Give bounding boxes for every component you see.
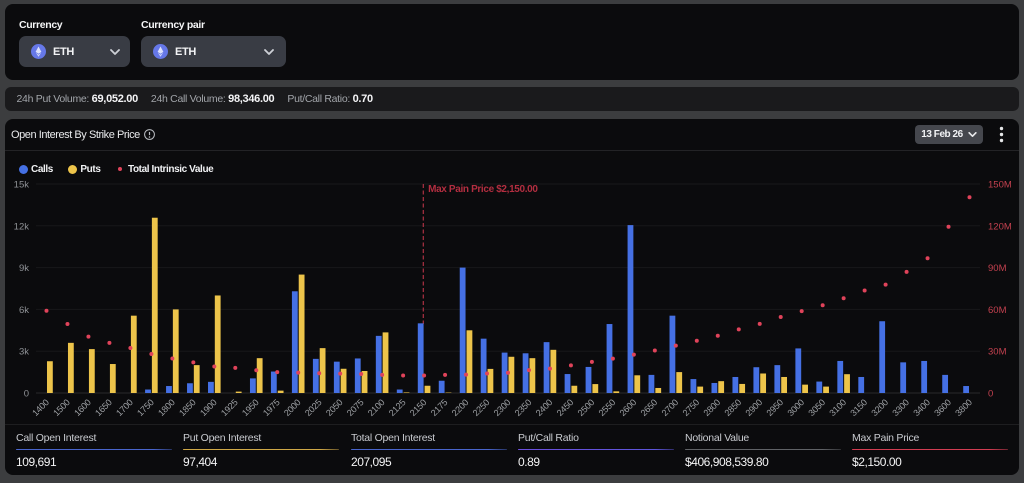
svg-text:1850: 1850: [177, 397, 198, 418]
svg-text:1600: 1600: [72, 397, 93, 418]
svg-text:2650: 2650: [639, 397, 660, 418]
svg-text:1400: 1400: [30, 397, 51, 418]
svg-text:2150: 2150: [408, 397, 429, 418]
svg-text:2400: 2400: [534, 397, 555, 418]
svg-text:2300: 2300: [492, 397, 513, 418]
svg-text:3800: 3800: [953, 397, 974, 418]
svg-text:2500: 2500: [576, 397, 597, 418]
svg-text:2850: 2850: [723, 397, 744, 418]
svg-text:3050: 3050: [806, 397, 827, 418]
svg-text:2025: 2025: [303, 397, 324, 418]
svg-text:2175: 2175: [429, 397, 450, 418]
svg-text:15k: 15k: [14, 180, 30, 191]
svg-text:9k: 9k: [19, 263, 29, 274]
svg-text:120M: 120M: [988, 221, 1012, 232]
svg-text:6k: 6k: [19, 305, 29, 316]
svg-text:0: 0: [24, 389, 29, 400]
svg-text:1700: 1700: [114, 397, 135, 418]
svg-text:90M: 90M: [988, 263, 1007, 274]
svg-text:3300: 3300: [890, 397, 911, 418]
svg-text:2100: 2100: [366, 397, 387, 418]
svg-text:2250: 2250: [471, 397, 492, 418]
svg-text:2550: 2550: [597, 397, 618, 418]
svg-text:2450: 2450: [555, 397, 576, 418]
svg-text:1975: 1975: [261, 397, 282, 418]
svg-text:3150: 3150: [848, 397, 869, 418]
svg-text:3k: 3k: [19, 347, 29, 358]
svg-text:2200: 2200: [450, 397, 471, 418]
svg-text:0: 0: [988, 389, 993, 400]
svg-text:2750: 2750: [681, 397, 702, 418]
svg-text:2900: 2900: [743, 397, 764, 418]
svg-text:1750: 1750: [135, 397, 156, 418]
svg-text:2050: 2050: [324, 397, 345, 418]
svg-text:3400: 3400: [911, 397, 932, 418]
svg-text:1900: 1900: [198, 397, 219, 418]
svg-text:2000: 2000: [282, 397, 303, 418]
svg-text:3000: 3000: [785, 397, 806, 418]
svg-text:3600: 3600: [932, 397, 953, 418]
svg-text:2600: 2600: [618, 397, 639, 418]
svg-text:3100: 3100: [827, 397, 848, 418]
svg-text:2950: 2950: [764, 397, 785, 418]
svg-text:3200: 3200: [869, 397, 890, 418]
svg-text:2700: 2700: [660, 397, 681, 418]
svg-text:30M: 30M: [988, 347, 1007, 358]
svg-text:2350: 2350: [513, 397, 534, 418]
svg-text:12k: 12k: [14, 221, 30, 232]
svg-text:1800: 1800: [156, 397, 177, 418]
svg-text:1925: 1925: [219, 397, 240, 418]
svg-text:1500: 1500: [51, 397, 72, 418]
svg-text:Max Pain Price $2,150.00: Max Pain Price $2,150.00: [428, 184, 538, 195]
svg-text:2800: 2800: [702, 397, 723, 418]
svg-text:60M: 60M: [988, 305, 1007, 316]
svg-text:1650: 1650: [93, 397, 114, 418]
svg-text:2125: 2125: [387, 397, 408, 418]
svg-text:1950: 1950: [240, 397, 261, 418]
svg-text:2075: 2075: [345, 397, 366, 418]
svg-text:150M: 150M: [988, 180, 1012, 191]
